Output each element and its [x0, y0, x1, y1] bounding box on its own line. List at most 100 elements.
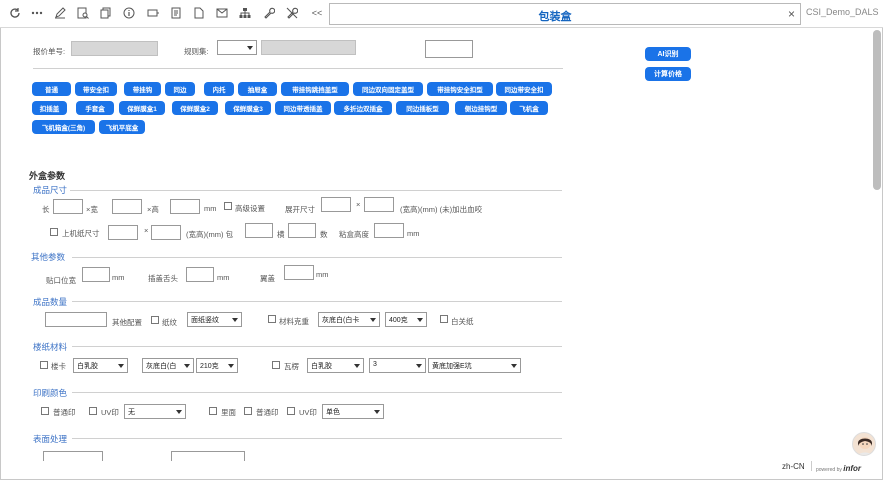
refresh-icon[interactable]	[8, 6, 22, 20]
rule-set-select[interactable]	[217, 40, 257, 55]
box-type-button[interactable]: 保鲜膜盒1	[119, 101, 165, 115]
mm-unit: mm	[112, 273, 125, 282]
card-glue-select[interactable]: 白乳胶	[73, 358, 128, 373]
back-checkbox[interactable]	[209, 407, 217, 415]
wing-input[interactable]	[284, 265, 314, 280]
mail-icon[interactable]	[215, 6, 229, 20]
rule-set-field[interactable]	[261, 40, 356, 55]
other-group-title: 其他参数	[31, 252, 66, 262]
material-reserve-checkbox[interactable]	[268, 315, 276, 323]
extra-field[interactable]	[425, 40, 473, 58]
box-type-button[interactable]: 普通	[32, 82, 71, 96]
normal2-print-label: 普通印	[256, 408, 279, 417]
box-type-button[interactable]: 同边双向固定盖型	[353, 82, 423, 96]
box-type-button[interactable]: 多折边双插盒	[334, 101, 392, 115]
unfold-width-input[interactable]	[321, 197, 351, 212]
edit-icon[interactable]	[53, 6, 67, 20]
machine-size-checkbox[interactable]	[50, 228, 58, 236]
back-label: 里面	[221, 408, 236, 417]
tongue-input[interactable]	[186, 267, 214, 282]
clear-icon[interactable]: ×	[788, 7, 795, 21]
copy-icon[interactable]	[99, 6, 113, 20]
qty-input[interactable]	[45, 312, 107, 327]
flute-select[interactable]: 黄底加强E坑	[428, 358, 521, 373]
tab-title[interactable]: CSI_Demo_DALS	[806, 7, 879, 17]
divider	[72, 346, 562, 347]
box-type-button[interactable]: 同边	[165, 82, 195, 96]
glue-height-label: 粘盒高度	[339, 230, 369, 239]
box-type-button[interactable]: 飞机盒	[510, 101, 548, 115]
normal-print-label: 普通印	[53, 408, 76, 417]
glue-pos-input[interactable]	[82, 267, 110, 282]
box-type-button[interactable]: 同边带透插盖	[275, 101, 331, 115]
uv-select[interactable]: 无	[124, 404, 186, 419]
tools-off-icon[interactable]	[285, 6, 299, 20]
machine-height-input[interactable]	[151, 225, 181, 240]
hierarchy-icon[interactable]	[238, 6, 252, 20]
box-type-button[interactable]: 同边带安全扣	[496, 82, 552, 96]
unfold-label: 展开尺寸	[285, 205, 315, 214]
more-icon[interactable]	[30, 6, 44, 20]
note-icon[interactable]	[169, 6, 183, 20]
uv-print-checkbox[interactable]	[89, 407, 97, 415]
corrugate-glue-select[interactable]: 白乳胶	[307, 358, 364, 373]
machine-width-input[interactable]	[108, 225, 138, 240]
tag-icon[interactable]	[146, 6, 160, 20]
box-type-button[interactable]: 带安全扣	[75, 82, 117, 96]
collapse-icon[interactable]: <<	[310, 6, 324, 20]
box-type-button[interactable]: 侧边挂钩型	[455, 101, 507, 115]
language-indicator[interactable]: zh-CN	[782, 462, 805, 471]
document-icon[interactable]	[192, 6, 206, 20]
box-type-button[interactable]: 带挂钩安全扣型	[427, 82, 493, 96]
box-type-button[interactable]: 带挂钩	[124, 82, 161, 96]
count-v-input[interactable]	[288, 223, 316, 238]
assistant-avatar[interactable]	[852, 432, 876, 456]
surface-input[interactable]	[43, 451, 103, 461]
normal2-print-checkbox[interactable]	[244, 407, 252, 415]
uv2-print-checkbox[interactable]	[287, 407, 295, 415]
info-icon[interactable]	[122, 6, 136, 20]
box-type-button[interactable]: 飞机箱盒(三角)	[32, 120, 95, 134]
card-gram-select[interactable]: 210克	[196, 358, 238, 373]
ai-recognize-button[interactable]: AI识别	[645, 47, 691, 61]
scrollbar[interactable]	[873, 30, 881, 190]
box-type-button[interactable]: 保鲜膜盒2	[172, 101, 218, 115]
box-type-button[interactable]: 内托	[204, 82, 234, 96]
corrugate-checkbox[interactable]	[272, 361, 280, 369]
search-value: 包装盒	[538, 11, 572, 23]
box-type-button[interactable]: 扣插盖	[32, 101, 67, 115]
box-type-button[interactable]: 同边插板型	[396, 101, 449, 115]
box-type-button[interactable]: 抽屉盒	[238, 82, 277, 96]
layer-select[interactable]: 3	[369, 358, 426, 373]
material-select[interactable]: 灰底白(白卡	[318, 312, 380, 327]
box-type-button[interactable]: 带挂钩跳挡盖型	[281, 82, 349, 96]
length-input[interactable]	[53, 199, 83, 214]
find-record-icon[interactable]	[76, 6, 90, 20]
advanced-checkbox[interactable]	[224, 202, 232, 210]
quote-no-field[interactable]	[71, 41, 158, 56]
search-input[interactable]: 包装盒 ×	[329, 3, 801, 25]
unfold-height-input[interactable]	[364, 197, 394, 212]
height-input[interactable]	[170, 199, 200, 214]
box-type-button[interactable]: 保鲜膜盒3	[225, 101, 271, 115]
gram-select[interactable]: 400克	[385, 312, 427, 327]
surface-input-2[interactable]	[171, 451, 245, 461]
corrugate-label: 瓦楞	[284, 362, 299, 371]
card-checkbox[interactable]	[40, 361, 48, 369]
paper-grain-checkbox[interactable]	[151, 316, 159, 324]
normal-print-checkbox[interactable]	[41, 407, 49, 415]
box-type-button[interactable]: 手套盒	[76, 101, 114, 115]
wing-label: 翼盖	[260, 274, 275, 283]
glue-height-input[interactable]	[374, 223, 404, 238]
divider	[72, 392, 562, 393]
wrench-icon[interactable]	[262, 6, 276, 20]
color-select[interactable]: 单色	[322, 404, 384, 419]
paper-grain-select[interactable]: 面纸竖纹	[187, 312, 242, 327]
box-type-button[interactable]: 飞机平底盒	[99, 120, 145, 134]
calculate-price-button[interactable]: 计算价格	[645, 67, 691, 81]
width-input[interactable]	[112, 199, 142, 214]
white-paper-checkbox[interactable]	[440, 315, 448, 323]
card-paper-select[interactable]: 灰底白(白	[142, 358, 194, 373]
machine-unit: (宽高)(mm) 包	[186, 230, 234, 239]
count-h-input[interactable]	[245, 223, 273, 238]
